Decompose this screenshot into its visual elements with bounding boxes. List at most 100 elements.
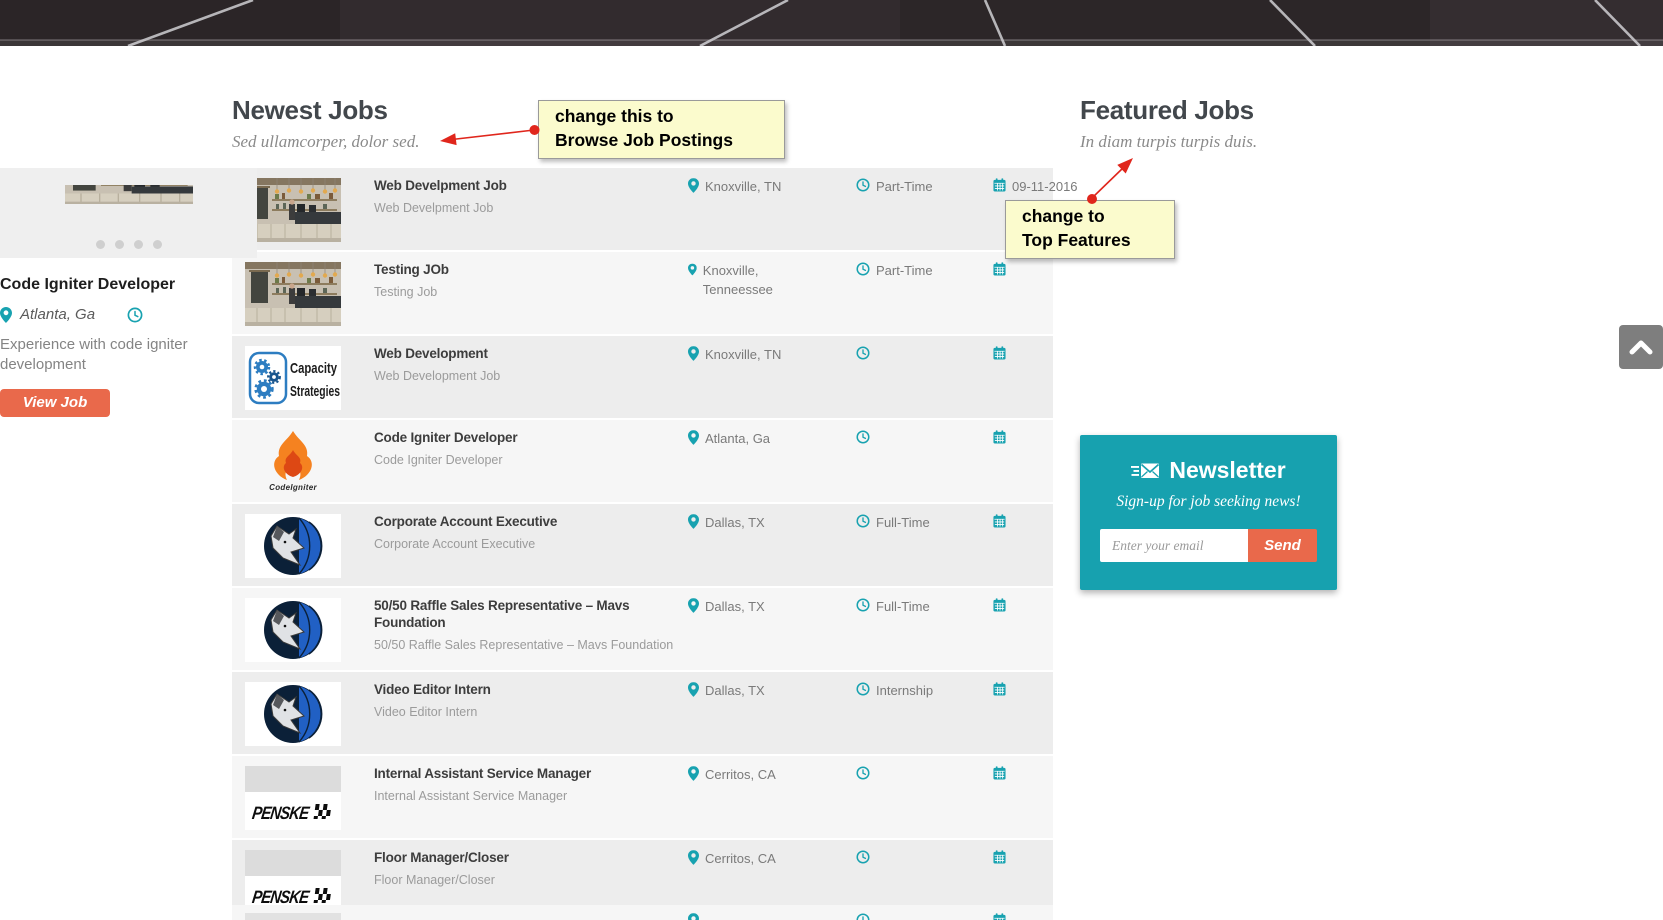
featured-carousel-image	[65, 185, 193, 223]
job-date	[993, 598, 1093, 612]
clock-icon	[856, 682, 870, 696]
job-subtitle: Internal Assistant Service Manager	[374, 788, 568, 803]
clock-icon	[856, 850, 870, 864]
company-logo	[245, 682, 341, 746]
job-title[interactable]: Testing JOb	[374, 262, 678, 279]
job-title[interactable]: Web Development	[374, 346, 678, 363]
job-subtitle: 50/50 Raffle Sales Representative – Mavs…	[374, 637, 674, 652]
job-row[interactable]: 50/50 Raffle Sales Representative – Mavs…	[232, 588, 1053, 670]
clock-icon	[856, 262, 870, 276]
annotation-top-features: change to Top Features	[1005, 200, 1175, 260]
featured-job-location-text: Atlanta, Ga	[20, 306, 96, 323]
job-title[interactable]: Corporate Account Executive	[374, 514, 678, 531]
job-type	[856, 430, 966, 444]
company-logo	[245, 598, 341, 662]
annotation-line: Browse Job Postings	[555, 129, 733, 150]
carousel-dot[interactable]	[95, 240, 105, 249]
job-date	[993, 682, 1093, 696]
job-title[interactable]: Internal Assistant Service Manager	[374, 766, 678, 783]
annotation-line: change to	[1022, 206, 1105, 226]
job-location: Atlanta, Ga	[688, 430, 806, 449]
job-row[interactable]: Code Igniter Developer Code Igniter Deve…	[232, 420, 1053, 502]
company-logo	[245, 913, 341, 920]
job-subtitle: Corporate Account Executive	[374, 536, 536, 551]
job-subtitle: Web Develpment Job	[374, 200, 494, 215]
job-date	[993, 766, 1093, 780]
job-text: Floor Manager/Closer Floor Manager/Close…	[374, 850, 688, 887]
email-input[interactable]	[1100, 529, 1248, 562]
job-row[interactable]: Testing JOb Testing Job Knoxville, Tenne…	[232, 252, 1053, 334]
job-title[interactable]: Code Igniter Developer	[374, 430, 678, 447]
job-date	[993, 262, 1093, 276]
send-button[interactable]: Send	[1248, 529, 1317, 562]
job-date	[993, 430, 1093, 444]
job-location: Dallas, TX	[688, 682, 806, 701]
job-row[interactable]: Video Editor Intern Video Editor Intern …	[232, 672, 1053, 754]
calendar-icon	[993, 850, 1006, 864]
job-row[interactable]: Web Development Web Development Job Knox…	[232, 336, 1053, 418]
job-date	[993, 850, 1093, 864]
carousel-dot[interactable]	[152, 240, 162, 249]
calendar-icon	[993, 262, 1006, 276]
job-date	[993, 514, 1093, 528]
job-type	[856, 346, 966, 360]
job-title[interactable]: Web Develpment Job	[374, 178, 678, 195]
carousel-dots	[0, 236, 257, 254]
featured-jobs-header: Featured Jobs In diam turpis turpis duis…	[1080, 96, 1480, 152]
job-title[interactable]: 50/50 Raffle Sales Representative – Mavs…	[374, 598, 678, 632]
job-row-partial[interactable]	[232, 905, 1053, 920]
calendar-icon	[993, 178, 1006, 192]
job-row[interactable]: Internal Assistant Service Manager Inter…	[232, 756, 1053, 838]
company-logo	[245, 178, 341, 242]
job-row[interactable]: Corporate Account Executive Corporate Ac…	[232, 504, 1053, 586]
newsletter-panel: Newsletter Sign-up for job seeking news!…	[1080, 435, 1337, 590]
header-banner-photo	[0, 0, 1663, 48]
calendar-icon	[993, 913, 1006, 920]
featured-job-card[interactable]	[0, 168, 257, 258]
job-type	[856, 766, 966, 780]
scroll-to-top-button[interactable]	[1619, 325, 1663, 369]
job-location: Knoxville, Tenneessee	[688, 262, 806, 300]
featured-job-title[interactable]: Code Igniter Developer	[0, 276, 257, 294]
clock-icon	[856, 514, 870, 528]
job-location: Dallas, TX	[688, 598, 806, 617]
featured-job-location: Atlanta, Ga	[0, 306, 257, 323]
job-text: Corporate Account Executive Corporate Ac…	[374, 514, 688, 551]
job-text: Code Igniter Developer Code Igniter Deve…	[374, 430, 688, 467]
company-logo	[245, 262, 341, 326]
job-subtitle: Testing Job	[374, 284, 438, 299]
view-job-button[interactable]: View Job	[0, 388, 110, 417]
company-logo	[245, 514, 341, 578]
job-title[interactable]: Video Editor Intern	[374, 682, 678, 699]
job-text: Web Develpment Job Web Develpment Job	[374, 178, 688, 215]
annotation-browse-job-postings: change this to Browse Job Postings	[538, 100, 785, 160]
job-date	[993, 346, 1093, 360]
clock-icon	[856, 178, 870, 192]
featured-job-details: Code Igniter Developer Atlanta, Ga Exper…	[0, 276, 257, 417]
company-logo	[245, 430, 341, 494]
job-text: 50/50 Raffle Sales Representative – Mavs…	[374, 598, 688, 652]
job-subtitle: Code Igniter Developer	[374, 452, 503, 467]
job-type	[856, 850, 966, 864]
job-subtitle: Web Development Job	[374, 368, 501, 383]
annotation-line: Top Features	[1022, 229, 1131, 250]
job-type: Full-Time	[856, 514, 966, 533]
clock-icon	[856, 346, 870, 360]
job-subtitle: Video Editor Intern	[374, 704, 478, 719]
clock-icon	[856, 430, 870, 444]
calendar-icon	[993, 430, 1006, 444]
carousel-dot[interactable]	[133, 240, 143, 249]
job-type: Internship	[856, 682, 966, 701]
job-title[interactable]: Floor Manager/Closer	[374, 850, 678, 867]
carousel-dot[interactable]	[114, 240, 124, 249]
map-pin-icon	[688, 262, 697, 277]
chevron-up-icon	[1629, 340, 1653, 355]
job-location: Dallas, TX	[688, 514, 806, 533]
job-type: Full-Time	[856, 598, 966, 617]
job-text: Internal Assistant Service Manager Inter…	[374, 766, 688, 803]
clock-icon	[856, 598, 870, 612]
job-row[interactable]: Web Develpment Job Web Develpment Job Kn…	[232, 168, 1078, 250]
job-board-page: Newest Jobs Sed ullamcorper, dolor sed. …	[0, 0, 1663, 920]
newsletter-form: Send	[1100, 529, 1317, 562]
job-location: Knoxville, TN	[688, 178, 806, 197]
